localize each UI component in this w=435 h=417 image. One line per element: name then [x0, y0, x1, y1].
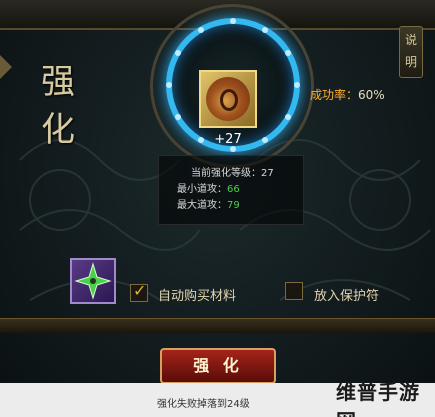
auto-buy-label: 自动购买材料: [158, 289, 237, 304]
failure-note: 强化失败掉落到24级: [157, 399, 250, 410]
green-shuriken-icon[interactable]: [70, 258, 116, 304]
bottom-frame: [0, 318, 435, 333]
help-tab[interactable]: 说 明: [399, 26, 423, 78]
success-rate-value: 60%: [358, 88, 385, 102]
help-tab-char: 说: [404, 33, 417, 47]
min-attack-value: 66: [227, 184, 240, 195]
check-icon: ✓: [133, 281, 147, 300]
arrow-left-icon[interactable]: [0, 55, 12, 79]
shuriken-shape: [74, 262, 112, 300]
protect-label: 放入保护符: [314, 289, 380, 304]
auto-buy-checkbox[interactable]: ✓: [130, 281, 148, 302]
strengthen-button[interactable]: 强 化: [160, 348, 276, 384]
max-attack-value: 79: [227, 200, 240, 211]
strengthen-panel: 强 化 说 明 +27 成功率：60% 当前强化等级：27 最小道攻：66 最大…: [0, 0, 435, 417]
panel-title: 强 化: [28, 58, 88, 154]
help-tab-char: 明: [404, 55, 417, 69]
title-char: 化: [41, 110, 75, 150]
success-rate: 成功率：60%: [310, 86, 385, 103]
stats-box: 当前强化等级：27 最小道攻：66 最大道攻：79: [158, 155, 304, 225]
item-slot[interactable]: [199, 70, 257, 128]
item-level: +27: [214, 132, 242, 147]
bronze-mirror-icon: [206, 77, 250, 121]
success-rate-label: 成功率：: [310, 88, 359, 102]
title-char: 强: [41, 62, 75, 102]
max-attack-label: 最大道攻：: [177, 200, 227, 211]
protect-checkbox[interactable]: [285, 282, 303, 300]
mirror-handle: [220, 89, 238, 111]
min-attack: 最小道攻：66: [177, 180, 240, 195]
site-watermark: 维普手游网: [336, 380, 420, 417]
max-attack: 最大道攻：79: [177, 196, 240, 211]
min-attack-label: 最小道攻：: [177, 184, 227, 195]
current-level: 当前强化等级：27: [191, 168, 274, 179]
